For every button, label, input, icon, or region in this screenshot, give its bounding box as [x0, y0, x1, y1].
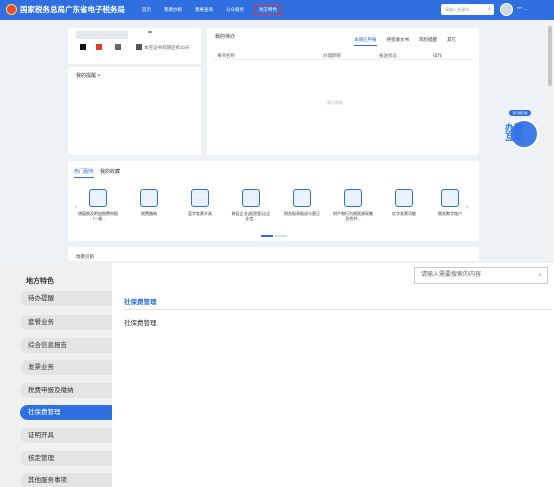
carousel-prev-icon[interactable]: ‹: [75, 204, 77, 211]
nav-query[interactable]: 我要查询: [193, 5, 215, 15]
sidebar-item-todo-reminder[interactable]: 待办提醒: [20, 291, 112, 306]
service-label: 税务数字账户: [438, 211, 462, 216]
scene-guide-card: 场景引航: [68, 247, 479, 261]
todo-card: 我的待办 本期应申报 待签收文书 风险提醒 其它 事项名称 办理期限 报送状态 …: [207, 28, 479, 155]
todo-tabs: 本期应申报 待签收文书 风险提醒 其它: [354, 37, 456, 46]
column-header: 事项名称: [217, 53, 235, 58]
user-name: ***: [517, 6, 523, 11]
local-features-panel: 地方特色 待办提醒 套餐业务 综合信息报告 发票业务 税费申报及缴纳 社保费管理…: [0, 263, 554, 487]
sidebar-item-verification[interactable]: 核定管理: [20, 451, 112, 466]
masked-block: [115, 44, 121, 50]
carousel-indicator[interactable]: [261, 235, 287, 237]
user-avatar[interactable]: [500, 3, 513, 16]
declaration-icon: [89, 189, 107, 207]
sidebar-item-info-report[interactable]: 综合信息报告: [20, 338, 112, 353]
report-icon: [293, 189, 311, 207]
service-item[interactable]: 财务报表报送与更正: [282, 189, 322, 216]
column-header: 报送状态: [379, 53, 397, 58]
service-item[interactable]: 蓝字发票开具: [180, 189, 220, 216]
service-label: 增值税及附加税费申报（一般...: [78, 211, 118, 221]
chevron-down-icon: ⌄: [523, 6, 528, 11]
service-item[interactable]: 税费缴纳: [129, 189, 169, 216]
nav-public-service[interactable]: 公众服务: [224, 5, 246, 15]
tab-pending-documents[interactable]: 待签收文书: [387, 37, 410, 46]
nav-local-features[interactable]: 地方特色: [254, 4, 282, 16]
assistant-bubble: 有问题问我: [509, 110, 531, 116]
service-item[interactable]: 红字发票功能: [384, 189, 424, 216]
service-item[interactable]: 跨区企业(报验登记)企业信...: [231, 189, 271, 221]
service-label: 税费缴纳: [141, 211, 157, 216]
service-item[interactable]: 增值税及附加税费申报（一般...: [78, 189, 118, 221]
top-bar: 国家税务总局广东省电子税务局 首页 我要办税 我要查询 公众服务 地方特色 请输…: [0, 0, 554, 20]
service-label: 红字发票功能: [392, 211, 416, 216]
assistant-widget[interactable]: 有问题问我 办税互动: [505, 110, 543, 154]
certificate-expire-text: 本月证书到期还有10天: [144, 45, 190, 50]
column-header: 办理期限: [323, 53, 341, 58]
todo-table-header: 事项名称 办理期限 报送状态 操作: [213, 51, 473, 60]
tax-emblem-icon: [6, 4, 17, 15]
service-label: 蓝字发票开具: [188, 211, 212, 216]
service-item[interactable]: 财产和行为税税源采集及合并...: [333, 189, 373, 221]
masked-company-name: [76, 31, 128, 39]
service-label: 跨区企业(报验登记)企业信...: [231, 211, 271, 221]
tab-other[interactable]: 其它: [447, 37, 456, 46]
empty-text: 暂无数据: [327, 100, 343, 105]
tab-risk-reminder[interactable]: 风险提醒: [419, 37, 437, 46]
carousel-dot[interactable]: [261, 235, 273, 237]
todo-title: 我的待办: [215, 34, 236, 40]
panel-search-input[interactable]: 请输入需要搜索的内容 ⌕: [414, 267, 548, 284]
user-menu[interactable]: *** ⌄: [517, 6, 527, 12]
assistant-label: 办税互动: [505, 123, 524, 142]
scene-guide-title: 场景引航: [76, 254, 94, 259]
section-link-social-security[interactable]: 社保费管理: [124, 317, 157, 327]
red-invoice-icon: [395, 189, 413, 207]
masked-block: [96, 44, 102, 50]
sidebar-item-certificate[interactable]: 证明开具: [20, 428, 112, 443]
masked-block: [80, 44, 86, 50]
registration-icon: [242, 189, 260, 207]
top-search-input[interactable]: 请输入关键词 ⌕: [441, 4, 494, 15]
main-nav: 首页 我要办税 我要查询 公众服务 地方特色: [140, 4, 282, 16]
nav-home[interactable]: 首页: [140, 5, 153, 15]
service-label: 财务报表报送与更正: [284, 211, 320, 216]
user-info-card: ** 本月证书到期还有10天: [68, 28, 201, 64]
site-brand[interactable]: 国家税务总局广东省电子税务局: [6, 4, 125, 15]
digital-account-icon: [441, 189, 459, 207]
top-search-placeholder: 请输入关键词: [445, 7, 469, 12]
page-scrollbar[interactable]: [546, 20, 554, 260]
tab-hot-services[interactable]: 热门服务: [74, 168, 95, 178]
sidebar-item-other-services[interactable]: 其他服务事项: [20, 473, 112, 487]
reminder-card: 我的提醒 >: [68, 67, 201, 155]
panel-search-placeholder: 请输入需要搜索的内容: [421, 272, 482, 278]
service-label: 财产和行为税税源采集及合并...: [333, 211, 373, 221]
services-tabs: 热门服务 我的收藏: [74, 168, 120, 178]
reminder-title[interactable]: 我的提醒 >: [76, 72, 100, 79]
sidebar-item-social-security[interactable]: 社保费管理: [20, 405, 112, 420]
search-icon[interactable]: ⌕: [488, 4, 491, 15]
payment-icon: [140, 189, 158, 207]
sidebar-title: 地方特色: [26, 278, 54, 285]
sidebar-item-package[interactable]: 套餐业务: [20, 315, 112, 330]
scrollbar-thumb[interactable]: [548, 26, 552, 86]
nav-tax-handling[interactable]: 我要办税: [162, 5, 184, 15]
sidebar-item-invoice[interactable]: 发票业务: [20, 360, 112, 375]
carousel-dot[interactable]: [275, 235, 287, 237]
tab-current-declaration[interactable]: 本期应申报: [354, 37, 377, 46]
column-header: 操作: [433, 53, 442, 58]
site-title: 国家税务总局广东省电子税务局: [20, 5, 125, 14]
features-sidebar: 地方特色 待办提醒 套餐业务 综合信息报告 发票业务 税费申报及缴纳 社保费管理…: [0, 263, 112, 487]
masked-block: [136, 44, 142, 50]
tab-my-favorites[interactable]: 我的收藏: [100, 168, 120, 178]
services-card: 热门服务 我的收藏 ‹ › 增值税及附加税费申报（一般... 税费缴纳 蓝字发票…: [68, 161, 479, 241]
service-item[interactable]: 税务数字账户: [430, 189, 470, 216]
section-divider: [124, 309, 552, 310]
user-name-label: **: [148, 31, 152, 37]
invoice-icon: [191, 189, 209, 207]
property-tax-icon: [344, 189, 362, 207]
sidebar-item-tax-declaration[interactable]: 税费申报及缴纳: [20, 383, 112, 398]
search-icon[interactable]: ⌕: [538, 268, 542, 283]
section-title: 社保费管理: [124, 299, 157, 306]
